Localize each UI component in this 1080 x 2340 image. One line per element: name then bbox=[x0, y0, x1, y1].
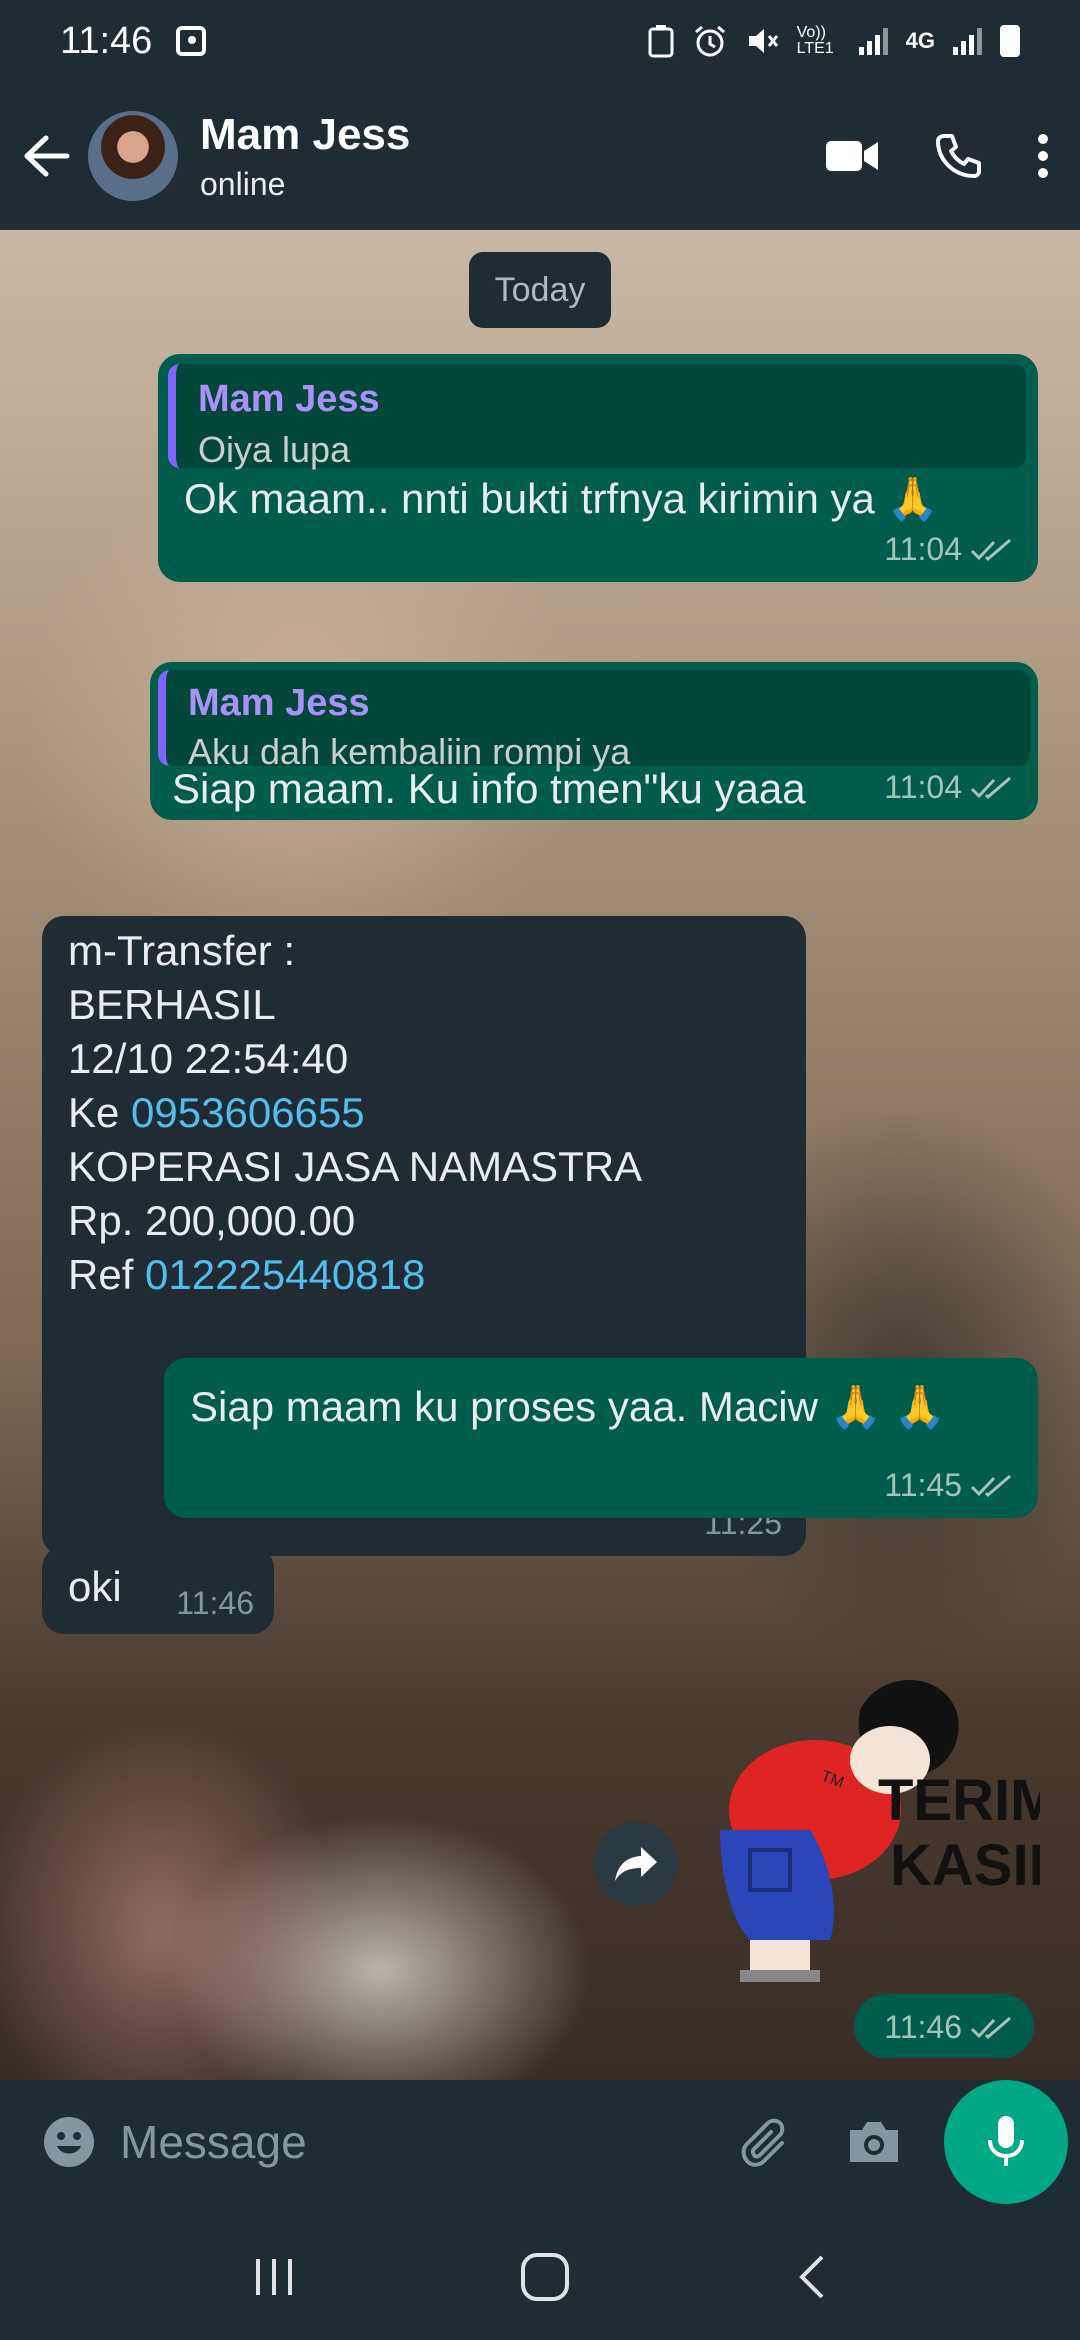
message-text: Siap maam ku proses yaa. Maciw 🙏 🙏 bbox=[190, 1383, 946, 1430]
message-line-account: Ke 0953606655 bbox=[68, 1086, 780, 1140]
message-line: BERHASIL bbox=[68, 981, 276, 1028]
message-input[interactable] bbox=[120, 2115, 680, 2169]
contact-avatar[interactable] bbox=[88, 111, 178, 201]
status-bar: 11:46 Vo)) LTE1 4G bbox=[0, 0, 1080, 82]
message-meta: 11:45 bbox=[884, 1467, 1014, 1504]
message-line: 12/10 22:54:40 bbox=[68, 1035, 349, 1082]
mute-icon bbox=[748, 29, 778, 53]
battery-saver-icon bbox=[648, 25, 674, 58]
message-meta: 11:46 bbox=[176, 1585, 254, 1622]
status-time: 11:46 bbox=[60, 19, 153, 62]
message-time: 11:04 bbox=[884, 769, 962, 805]
back-nav-icon[interactable] bbox=[794, 2253, 828, 2301]
ref-number-link[interactable]: 012225440818 bbox=[145, 1251, 425, 1298]
message-composer bbox=[12, 2084, 932, 2200]
message-meta: 11:04 bbox=[884, 531, 1014, 568]
message-time: 11:45 bbox=[884, 1467, 962, 1503]
message-time: 11:46 bbox=[176, 1585, 254, 1621]
message-line: KOPERASI JASA NAMASTRA bbox=[68, 1143, 643, 1190]
quote-author: Mam Jess bbox=[198, 378, 380, 420]
attach-icon[interactable] bbox=[736, 2115, 790, 2169]
message-meta: 11:04 bbox=[884, 769, 1014, 806]
message-text: Ok maam.. nnti bukti trfnya kirimin ya 🙏 bbox=[184, 475, 939, 522]
chat-header: Mam Jess online bbox=[0, 82, 1080, 230]
sticker-text-1: TERIMA bbox=[878, 1768, 1040, 1833]
message-text: Siap maam. Ku info tmen"ku yaaa bbox=[172, 765, 806, 812]
emoji-icon[interactable] bbox=[42, 2115, 96, 2169]
microphone-icon bbox=[988, 2116, 1024, 2166]
contact-status: online bbox=[200, 165, 286, 202]
contact-info[interactable]: Mam Jess online bbox=[200, 110, 410, 203]
network-label-1: Vo)) LTE1 bbox=[796, 24, 834, 57]
outgoing-message[interactable]: Mam Jess Oiya lupa Ok maam.. nnti bukti … bbox=[158, 354, 1038, 582]
chat-area[interactable]: Today Mam Jess Oiya lupa Ok maam.. nnti … bbox=[0, 230, 1080, 2080]
system-nav-bar bbox=[0, 2214, 1080, 2340]
message-time: 11:04 bbox=[884, 531, 962, 567]
ke-label: Ke bbox=[68, 1089, 120, 1136]
double-check-icon bbox=[970, 538, 1011, 561]
forward-button[interactable] bbox=[594, 1822, 678, 1906]
sticker-text-2: KASIH bbox=[890, 1833, 1040, 1898]
outgoing-message[interactable]: Siap maam ku proses yaa. Maciw 🙏 🙏 11:45 bbox=[164, 1358, 1038, 1518]
date-chip: Today bbox=[469, 252, 611, 328]
message-line: m-Transfer : bbox=[68, 927, 296, 974]
incoming-message[interactable]: oki 11:46 bbox=[42, 1546, 274, 1634]
message-line-ref: Ref 012225440818 bbox=[68, 1248, 780, 1302]
video-call-icon[interactable] bbox=[824, 137, 880, 175]
message-line: Rp. 200,000.00 bbox=[68, 1197, 356, 1244]
phone-call-icon[interactable] bbox=[934, 132, 982, 180]
camera-icon[interactable] bbox=[846, 2118, 902, 2166]
double-check-icon bbox=[970, 2016, 1011, 2039]
account-number-link[interactable]: 0953606655 bbox=[131, 1089, 365, 1136]
ref-label: Ref bbox=[68, 1251, 134, 1298]
status-icons: Vo)) LTE1 4G bbox=[647, 24, 1020, 58]
more-options-icon[interactable] bbox=[1036, 132, 1050, 180]
double-check-icon bbox=[970, 1474, 1011, 1497]
quoted-message[interactable]: Mam Jess Aku dah kembaliin rompi ya bbox=[158, 670, 1030, 772]
voice-message-button[interactable] bbox=[944, 2080, 1068, 2204]
message-meta: 11:46 bbox=[884, 2009, 1014, 2046]
signal-icon-1 bbox=[858, 27, 888, 55]
sticker-image[interactable]: TM TERIMA KASIH bbox=[700, 1650, 1040, 2030]
message-text: oki bbox=[68, 1563, 122, 1610]
double-check-icon bbox=[970, 776, 1011, 799]
forward-icon bbox=[615, 1847, 657, 1881]
alarm-icon bbox=[694, 25, 725, 57]
quote-author: Mam Jess bbox=[188, 682, 370, 724]
back-arrow-icon[interactable] bbox=[16, 126, 76, 186]
sticker-meta: 11:46 bbox=[854, 1994, 1034, 2058]
signal-icon-2 bbox=[953, 27, 982, 55]
outgoing-message[interactable]: Mam Jess Aku dah kembaliin rompi ya Siap… bbox=[150, 662, 1038, 820]
contact-name: Mam Jess bbox=[200, 109, 411, 159]
quote-text: Oiya lupa bbox=[198, 429, 351, 470]
home-icon[interactable] bbox=[519, 2251, 571, 2303]
battery-icon bbox=[1000, 25, 1020, 57]
recent-apps-icon[interactable] bbox=[252, 2255, 296, 2299]
quoted-message[interactable]: Mam Jess Oiya lupa bbox=[168, 364, 1026, 470]
network-label-2: 4G bbox=[905, 28, 935, 53]
message-time: 11:46 bbox=[884, 2009, 962, 2045]
screenshot-notification-icon bbox=[176, 26, 207, 56]
